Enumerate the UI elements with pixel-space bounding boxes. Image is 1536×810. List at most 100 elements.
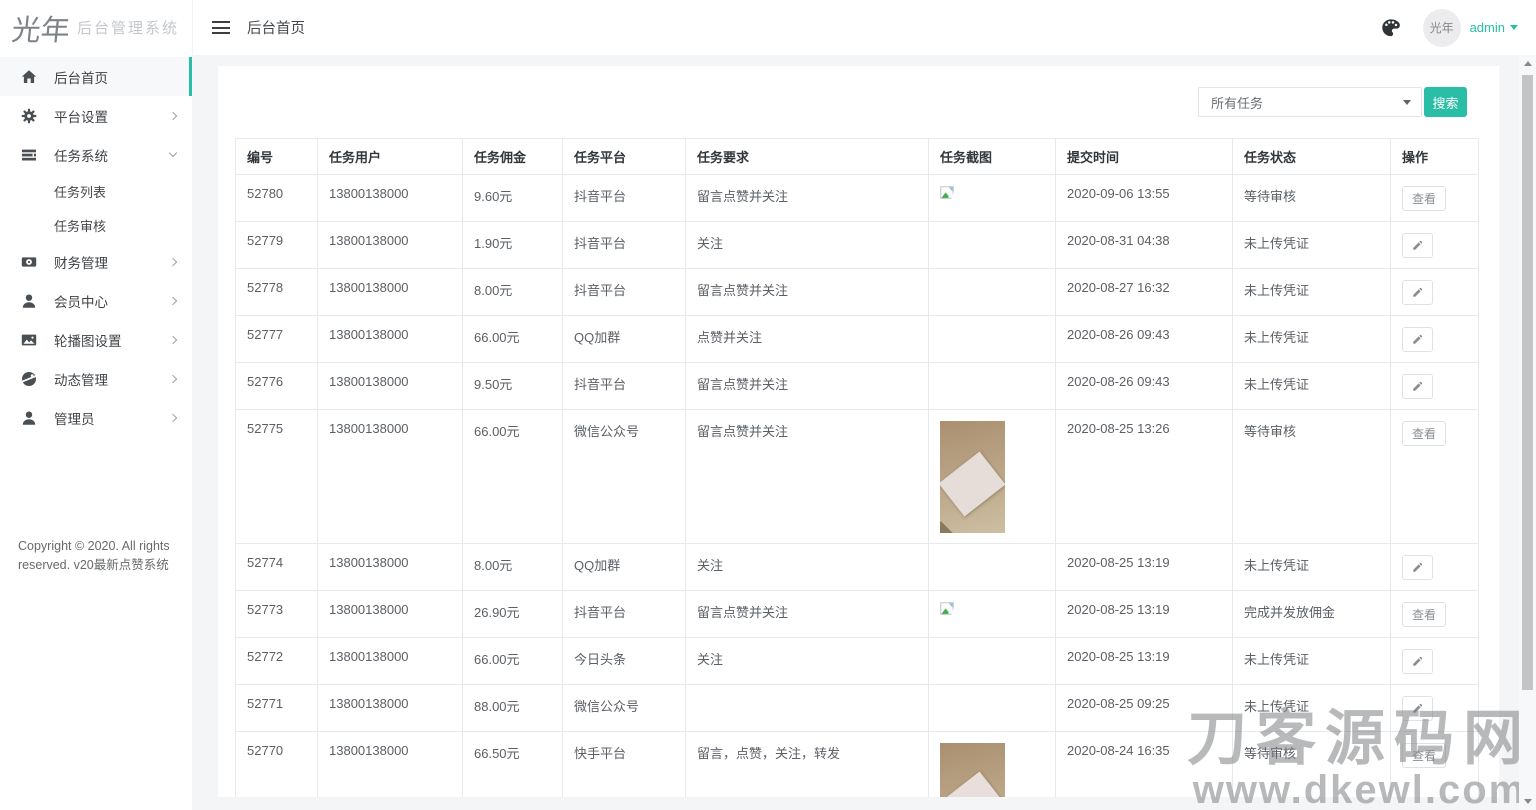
task-requirement-cell: 点赞并关注 — [686, 316, 929, 363]
task-platform-cell: 微信公众号 — [563, 685, 686, 732]
sidebar-item-home[interactable]: 后台首页 — [0, 57, 192, 96]
column-header: 任务平台 — [563, 139, 686, 175]
submit-time-cell: 2020-08-24 16:35 — [1056, 732, 1233, 798]
edit-button[interactable] — [1402, 327, 1433, 352]
task-screenshot-thumbnail[interactable] — [940, 743, 1005, 797]
screenshot-cell — [929, 222, 1056, 269]
broken-image-icon — [940, 186, 956, 200]
sidebar-item-label: 管理员 — [54, 408, 95, 428]
theme-palette-icon[interactable] — [1381, 18, 1401, 38]
submit-time-cell: 2020-08-25 13:26 — [1056, 410, 1233, 544]
task-status-cell: 完成并发放佣金 — [1233, 591, 1391, 638]
action-cell: 查看 — [1391, 591, 1479, 638]
submit-time-cell: 2020-08-27 16:32 — [1056, 269, 1233, 316]
edit-button[interactable] — [1402, 649, 1433, 674]
submit-time-cell: 2020-08-25 13:19 — [1056, 638, 1233, 685]
sidebar-subitem-label: 任务审核 — [54, 216, 106, 235]
view-button[interactable]: 查看 — [1402, 186, 1446, 211]
sidebar-item-label: 平台设置 — [54, 106, 108, 126]
sidebar-item-dynamic[interactable]: 动态管理 — [0, 359, 192, 398]
view-button[interactable]: 查看 — [1402, 602, 1446, 627]
task-filter-value: 所有任务 — [1211, 93, 1263, 112]
scrollbar-down-arrow[interactable] — [1519, 793, 1536, 810]
edit-button[interactable] — [1402, 555, 1433, 580]
action-cell — [1391, 316, 1479, 363]
column-header: 任务状态 — [1233, 139, 1391, 175]
sidebar: 后台首页平台设置任务系统任务列表任务审核财务管理会员中心轮播图设置动态管理管理员… — [0, 55, 192, 810]
task-commission-cell: 1.90元 — [463, 222, 563, 269]
pencil-icon — [1412, 334, 1423, 345]
task-id-cell: 52774 — [236, 544, 318, 591]
task-commission-cell: 66.00元 — [463, 410, 563, 544]
pencil-icon — [1412, 240, 1423, 251]
sidebar-item-task-system[interactable]: 任务系统 — [0, 135, 192, 174]
sidebar-item-platform-settings[interactable]: 平台设置 — [0, 96, 192, 135]
submit-time-cell: 2020-08-26 09:43 — [1056, 316, 1233, 363]
task-screenshot-thumbnail[interactable] — [940, 421, 1005, 533]
scrollbar-thumb[interactable] — [1522, 75, 1533, 690]
sidebar-item-label: 轮播图设置 — [54, 330, 122, 350]
edit-button[interactable] — [1402, 696, 1433, 721]
sidebar-item-admin[interactable]: 管理员 — [0, 398, 192, 437]
edit-button[interactable] — [1402, 280, 1433, 305]
sidebar-item-label: 财务管理 — [54, 252, 108, 272]
pencil-icon — [1412, 562, 1423, 573]
action-cell: 查看 — [1391, 175, 1479, 222]
action-cell — [1391, 544, 1479, 591]
view-button[interactable]: 查看 — [1402, 743, 1446, 768]
screenshot-cell — [929, 638, 1056, 685]
task-requirement-cell: 留言点赞并关注 — [686, 175, 929, 222]
sidebar-subitem-task-list[interactable]: 任务列表 — [0, 174, 192, 208]
chevron-down-icon[interactable] — [1510, 25, 1518, 30]
submit-time-cell: 2020-08-25 13:19 — [1056, 544, 1233, 591]
submit-time-cell: 2020-08-25 13:19 — [1056, 591, 1233, 638]
task-id-cell: 52779 — [236, 222, 318, 269]
sidebar-item-label: 后台首页 — [54, 67, 108, 87]
pencil-icon — [1412, 703, 1423, 714]
table-row: 527751380013800066.00元微信公众号留言点赞并关注 2020-… — [236, 410, 1479, 544]
sidebar-subitem-task-review[interactable]: 任务审核 — [0, 208, 192, 242]
task-commission-cell: 8.00元 — [463, 269, 563, 316]
task-user-cell: 13800138000 — [318, 638, 463, 685]
task-status-cell: 未上传凭证 — [1233, 685, 1391, 732]
table-row: 527701380013800066.50元快手平台留言，点赞，关注，转发 20… — [236, 732, 1479, 798]
chevron-right-icon — [169, 111, 177, 119]
task-user-cell: 13800138000 — [318, 316, 463, 363]
task-platform-cell: 抖音平台 — [563, 269, 686, 316]
task-commission-cell: 66.50元 — [463, 732, 563, 798]
topbar-main: 后台首页 — [192, 0, 305, 55]
task-list-card: 所有任务 搜索 编号任务用户任务佣金任务平台任务要求任务截图提交时间任务状态操作… — [218, 66, 1499, 797]
column-header: 任务佣金 — [463, 139, 563, 175]
sidebar-item-carousel[interactable]: 轮播图设置 — [0, 320, 192, 359]
sidebar-item-members[interactable]: 会员中心 — [0, 281, 192, 320]
submit-time-cell: 2020-08-25 09:25 — [1056, 685, 1233, 732]
edit-button[interactable] — [1402, 374, 1433, 399]
avatar[interactable]: 光年 — [1423, 9, 1461, 47]
task-commission-cell: 66.00元 — [463, 316, 563, 363]
edit-button[interactable] — [1402, 233, 1433, 258]
sidebar-item-finance[interactable]: 财务管理 — [0, 242, 192, 281]
sidebar-item-label: 任务系统 — [54, 145, 108, 165]
task-requirement-cell: 关注 — [686, 544, 929, 591]
username[interactable]: admin — [1470, 20, 1505, 35]
task-user-cell: 13800138000 — [318, 410, 463, 544]
task-status-cell: 等待审核 — [1233, 732, 1391, 798]
task-commission-cell: 26.90元 — [463, 591, 563, 638]
chevron-right-icon — [169, 335, 177, 343]
column-header: 任务用户 — [318, 139, 463, 175]
scrollbar-up-arrow[interactable] — [1519, 55, 1536, 72]
column-header: 任务截图 — [929, 139, 1056, 175]
screenshot-cell — [929, 685, 1056, 732]
task-commission-cell: 9.60元 — [463, 175, 563, 222]
task-platform-cell: QQ加群 — [563, 544, 686, 591]
table-row: 527711380013800088.00元微信公众号2020-08-25 09… — [236, 685, 1479, 732]
search-button[interactable]: 搜索 — [1424, 87, 1467, 117]
menu-toggle-icon[interactable] — [212, 18, 230, 38]
task-status-cell: 未上传凭证 — [1233, 544, 1391, 591]
view-button[interactable]: 查看 — [1402, 421, 1446, 446]
task-commission-cell: 88.00元 — [463, 685, 563, 732]
task-filter-select[interactable]: 所有任务 — [1198, 87, 1422, 117]
brand-logo: 光年 — [10, 7, 72, 49]
column-header: 操作 — [1391, 139, 1479, 175]
table-header-row: 编号任务用户任务佣金任务平台任务要求任务截图提交时间任务状态操作 — [236, 139, 1479, 175]
